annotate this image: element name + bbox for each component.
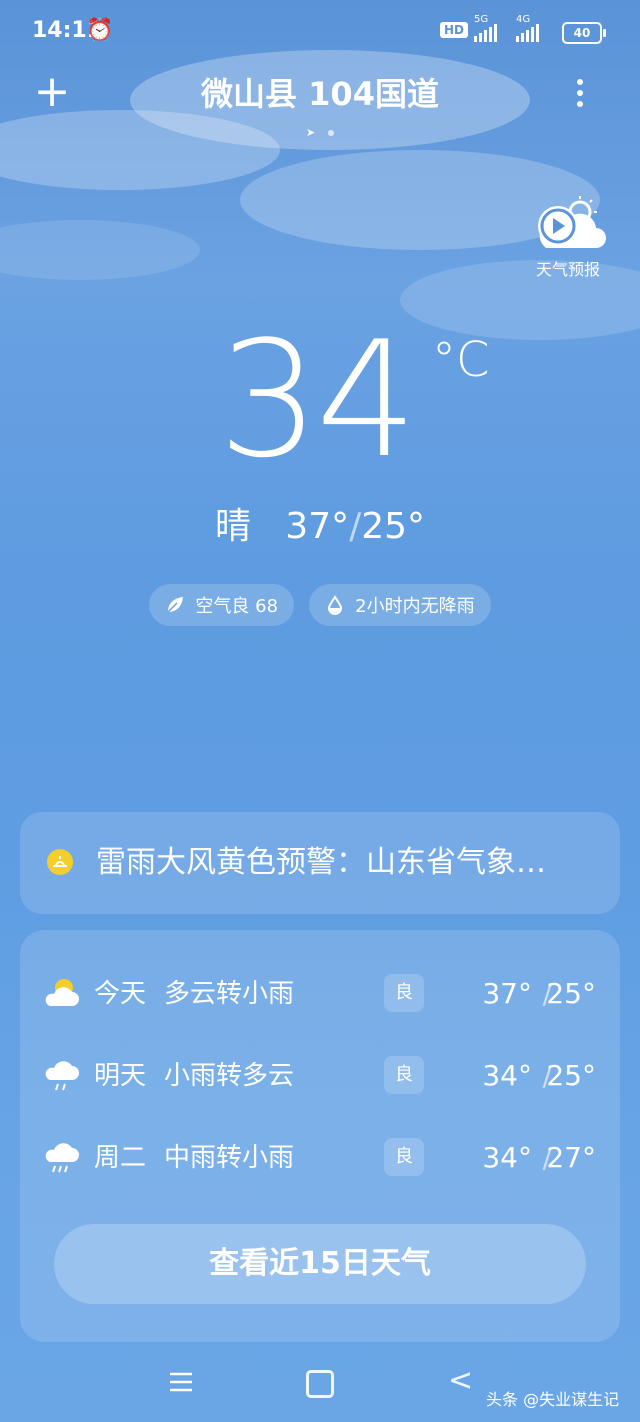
rain-text: 2小时内无降雨 xyxy=(355,596,475,617)
watermark: 头条 @失业谋生记 xyxy=(486,1390,620,1409)
location-title: 微山县 104国道 xyxy=(201,75,439,113)
forecast-high: 37° xyxy=(482,977,532,1010)
battery-indicator: 40 xyxy=(562,22,606,44)
hd-badge: HD xyxy=(440,22,469,38)
more-menu-button[interactable] xyxy=(570,76,590,116)
current-temperature: 34 xyxy=(218,306,418,493)
forecast-low: 25° xyxy=(546,1059,596,1092)
alert-text: 雷雨大风黄色预警：山东省气象… xyxy=(96,845,546,880)
page-indicator: ➤ xyxy=(302,126,342,139)
air-quality-text: 空气良 68 xyxy=(195,596,279,617)
moderate-rain-icon xyxy=(45,1143,79,1173)
page-dot xyxy=(328,130,334,136)
rain-forecast-chip[interactable]: 2小时内无降雨 xyxy=(309,584,491,626)
air-quality-badge: 良 xyxy=(384,1056,424,1094)
temperature-unit: °C xyxy=(432,332,490,388)
forecast-label: 天气预报 xyxy=(535,260,600,279)
air-quality-badge: 良 xyxy=(384,1138,424,1176)
high-temp: 37° xyxy=(285,506,350,547)
location-arrow-icon: ➤ xyxy=(306,126,316,139)
forecast-high: 34° xyxy=(482,1141,532,1174)
status-bar: 14:11 ⏰ HD 5G 4G 40 xyxy=(0,14,640,50)
condition-summary: 晴 37°/25° xyxy=(214,506,426,547)
app-header: + 微山县 104国道 xyxy=(0,70,640,122)
forecast-weather: 多云转小雨 xyxy=(164,979,295,1009)
water-drop-icon xyxy=(328,595,343,615)
back-icon[interactable]: < xyxy=(448,1366,473,1396)
forecast-day: 明天 xyxy=(94,1061,147,1091)
daily-forecast-card: 今天 多云转小雨 良 37° / 25° 明天 小雨转多云 良 34° / 25… xyxy=(20,930,620,1342)
air-quality-chip[interactable]: 空气良 68 xyxy=(149,584,295,626)
weather-forecast-button[interactable]: 天气预报 xyxy=(526,196,610,279)
info-chips: 空气良 68 2小时内无降雨 xyxy=(0,584,640,626)
forecast-low: 27° xyxy=(546,1141,596,1174)
forecast-high: 34° xyxy=(482,1059,532,1092)
forecast-low: 25° xyxy=(546,977,596,1010)
forecast-weather: 中雨转小雨 xyxy=(164,1143,295,1173)
forecast-row[interactable]: 今天 多云转小雨 良 37° / 25° xyxy=(20,964,620,1024)
weather-alert-card[interactable]: 雷雨大风黄色预警：山东省气象… xyxy=(20,812,620,914)
play-cloud-icon xyxy=(538,196,606,248)
low-temp: 25° xyxy=(361,506,426,547)
forecast-weather: 小雨转多云 xyxy=(164,1061,295,1091)
light-rain-icon xyxy=(45,1061,79,1091)
view-15-day-button[interactable]: 查看近15日天气 xyxy=(54,1224,586,1304)
condition-text: 晴 xyxy=(214,506,251,547)
forecast-row[interactable]: 周二 中雨转小雨 良 34° / 27° xyxy=(20,1128,620,1188)
warning-sun-icon xyxy=(47,849,73,875)
forecast-row[interactable]: 明天 小雨转多云 良 34° / 25° xyxy=(20,1046,620,1106)
partly-cloudy-icon xyxy=(45,979,79,1006)
leaf-icon xyxy=(167,597,184,613)
alarm-icon: ⏰ xyxy=(86,18,114,43)
forecast-day: 周二 xyxy=(94,1143,147,1173)
air-quality-badge: 良 xyxy=(384,974,424,1012)
forecast-day: 今天 xyxy=(94,979,147,1009)
recent-apps-icon[interactable] xyxy=(168,1370,194,1394)
home-icon[interactable] xyxy=(306,1370,334,1398)
